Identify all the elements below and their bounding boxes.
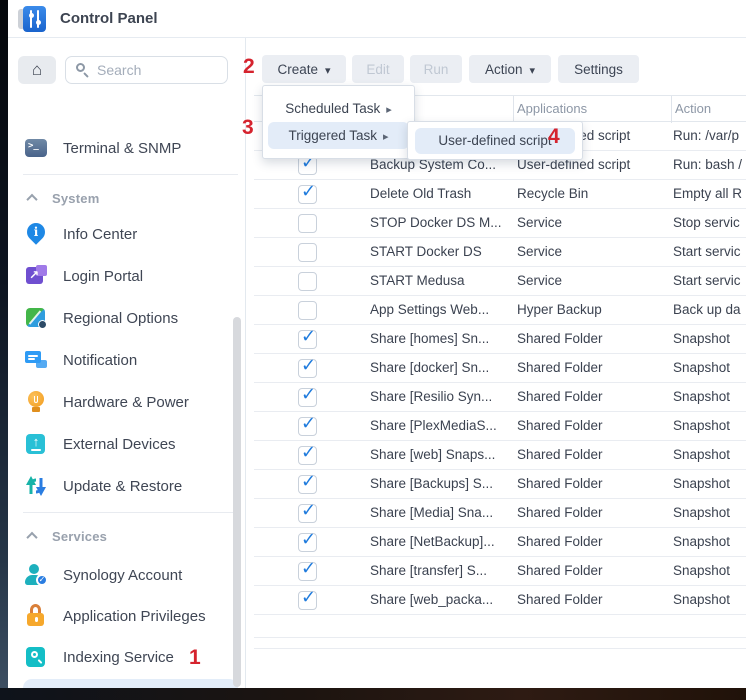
external-devices-icon: ↑ bbox=[23, 431, 49, 457]
table-row[interactable]: App Settings Web... Hyper Backup Back up… bbox=[254, 296, 746, 325]
sidebar-scrollbar[interactable] bbox=[233, 317, 241, 687]
row-checkbox[interactable] bbox=[298, 591, 317, 610]
table-row[interactable]: Share [Media] Sna... Shared Folder Snaps… bbox=[254, 499, 746, 528]
annotation-step-2: 2 bbox=[243, 55, 255, 79]
row-checkbox[interactable] bbox=[298, 388, 317, 407]
collapse-chevron-icon bbox=[26, 194, 37, 205]
chevron-down-icon bbox=[530, 62, 536, 77]
home-icon: ⌂ bbox=[32, 60, 42, 80]
sidebar-item-terminal-snmp[interactable]: >_ Terminal & SNMP bbox=[18, 129, 236, 167]
table-row[interactable]: STOP Docker DS M... Service Stop servic bbox=[254, 209, 746, 238]
terminal-icon: >_ bbox=[23, 135, 49, 161]
desktop-edge-bottom bbox=[0, 688, 746, 700]
sidebar-item-indexing-service[interactable]: Indexing Service bbox=[18, 638, 236, 676]
row-checkbox[interactable] bbox=[298, 214, 317, 233]
divider bbox=[23, 174, 238, 175]
sidebar: ⌂ >_ Terminal & SNMP System i Info Cente… bbox=[8, 38, 246, 688]
create-button[interactable]: Create bbox=[262, 55, 346, 83]
column-divider bbox=[671, 96, 672, 123]
menu-item-scheduled-task[interactable]: Scheduled Task bbox=[263, 94, 414, 122]
sidebar-item-update-restore[interactable]: Update & Restore bbox=[18, 467, 236, 505]
settings-button[interactable]: Settings bbox=[558, 55, 639, 83]
table-row[interactable]: Share [web_packa... Shared Folder Snapsh… bbox=[254, 586, 746, 615]
action-button[interactable]: Action bbox=[469, 55, 551, 83]
row-checkbox[interactable] bbox=[298, 301, 317, 320]
table-row[interactable]: Share [web] Snaps... Shared Folder Snaps… bbox=[254, 441, 746, 470]
chevron-down-icon bbox=[325, 62, 331, 77]
column-header-action[interactable]: Action bbox=[675, 101, 711, 116]
title-bar: Control Panel bbox=[8, 0, 746, 38]
divider bbox=[23, 512, 238, 513]
row-checkbox[interactable] bbox=[298, 185, 317, 204]
table-row[interactable]: Share [NetBackup]... Shared Folder Snaps… bbox=[254, 528, 746, 557]
sidebar-item-external-devices[interactable]: ↑ External Devices bbox=[18, 425, 236, 463]
section-header-services[interactable]: Services bbox=[28, 526, 228, 546]
row-checkbox[interactable] bbox=[298, 475, 317, 494]
table-row[interactable]: Share [Resilio Syn... Shared Folder Snap… bbox=[254, 383, 746, 412]
row-checkbox[interactable] bbox=[298, 243, 317, 262]
edit-button[interactable]: Edit bbox=[352, 55, 404, 83]
row-checkbox[interactable] bbox=[298, 562, 317, 581]
sidebar-item-hardware-power[interactable]: Hardware & Power bbox=[18, 383, 236, 421]
synology-account-icon: ✓ bbox=[23, 562, 49, 588]
sidebar-item-regional-options[interactable]: Regional Options bbox=[18, 299, 236, 337]
sidebar-item-info-center[interactable]: i Info Center bbox=[18, 215, 236, 253]
table-row[interactable]: START Medusa Service Start servic bbox=[254, 267, 746, 296]
row-checkbox[interactable] bbox=[298, 533, 317, 552]
create-menu: Scheduled Task Triggered Task bbox=[262, 85, 415, 159]
application-privileges-icon bbox=[23, 603, 49, 629]
row-checkbox[interactable] bbox=[298, 272, 317, 291]
sidebar-item-synology-account[interactable]: ✓ Synology Account bbox=[18, 556, 236, 594]
annotation-step-1: 1 bbox=[189, 646, 201, 670]
table-row[interactable]: Share [Backups] S... Shared Folder Snaps… bbox=[254, 470, 746, 499]
row-checkbox[interactable] bbox=[298, 330, 317, 349]
divider bbox=[254, 648, 746, 649]
row-checkbox[interactable] bbox=[298, 504, 317, 523]
hardware-power-icon bbox=[23, 389, 49, 415]
table-row[interactable]: START Docker DS Service Start servic bbox=[254, 238, 746, 267]
column-header-applications[interactable]: Applications bbox=[517, 101, 587, 116]
notification-icon bbox=[23, 347, 49, 373]
task-scheduler-panel: Create Edit Run Action Settings Applicat… bbox=[246, 38, 746, 688]
search-icon bbox=[75, 62, 91, 78]
sidebar-item-notification[interactable]: Notification bbox=[18, 341, 236, 379]
login-portal-icon: ↗ bbox=[23, 263, 49, 289]
run-button[interactable]: Run bbox=[410, 55, 462, 83]
table-row[interactable]: Share [homes] Sn... Shared Folder Snapsh… bbox=[254, 325, 746, 354]
annotation-step-3: 3 bbox=[242, 116, 254, 140]
annotation-step-4: 4 bbox=[548, 125, 560, 149]
row-checkbox[interactable] bbox=[298, 446, 317, 465]
divider bbox=[254, 637, 746, 638]
table-row[interactable]: Share [docker] Sn... Shared Folder Snaps… bbox=[254, 354, 746, 383]
table-row[interactable]: Share [PlexMediaS... Shared Folder Snaps… bbox=[254, 412, 746, 441]
sidebar-item-application-privileges[interactable]: Application Privileges bbox=[18, 597, 236, 635]
sidebar-item-login-portal[interactable]: ↗ Login Portal bbox=[18, 257, 236, 295]
control-panel-window: Control Panel ⌂ >_ Terminal & SNMP Syste… bbox=[0, 0, 746, 700]
section-header-system[interactable]: System bbox=[28, 188, 228, 208]
search-input[interactable] bbox=[97, 62, 217, 78]
info-center-icon: i bbox=[23, 221, 49, 247]
desktop-edge-left bbox=[0, 0, 8, 700]
submenu-arrow-icon bbox=[383, 128, 389, 143]
search-box[interactable] bbox=[65, 56, 228, 84]
home-button[interactable]: ⌂ bbox=[18, 56, 56, 84]
window-title: Control Panel bbox=[60, 10, 158, 27]
column-divider bbox=[513, 96, 514, 123]
regional-options-icon bbox=[23, 305, 49, 331]
control-panel-icon bbox=[18, 5, 48, 33]
table-row[interactable]: Share [transfer] S... Shared Folder Snap… bbox=[254, 557, 746, 586]
update-restore-icon bbox=[23, 473, 49, 499]
menu-item-triggered-task[interactable]: Triggered Task bbox=[268, 122, 409, 149]
submenu-arrow-icon bbox=[386, 101, 392, 116]
collapse-chevron-icon bbox=[26, 532, 37, 543]
indexing-service-icon bbox=[23, 644, 49, 670]
table-row[interactable]: Delete Old Trash Recycle Bin Empty all R bbox=[254, 180, 746, 209]
row-checkbox[interactable] bbox=[298, 417, 317, 436]
row-checkbox[interactable] bbox=[298, 359, 317, 378]
